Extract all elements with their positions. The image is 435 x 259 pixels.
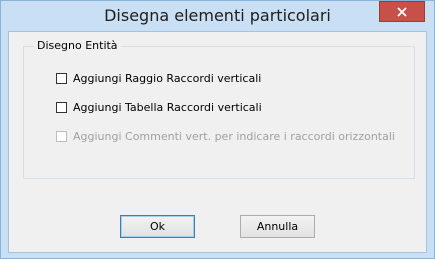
checkbox-tabella-raccordi[interactable]: Aggiungi Tabella Raccordi verticali bbox=[56, 99, 262, 115]
groupbox-disegno-entita: Disegno Entità Aggiungi Raggio Raccordi … bbox=[23, 39, 415, 179]
checkbox-tabella-raccordi-box[interactable] bbox=[56, 101, 67, 113]
title-bar[interactable]: Disegna elementi particolari bbox=[1, 1, 434, 31]
dialog-window: Disegna elementi particolari Disegno Ent… bbox=[0, 0, 435, 259]
checkbox-commenti-vert-box bbox=[56, 130, 67, 142]
checkbox-commenti-vert: Aggiungi Commenti vert. per indicare i r… bbox=[56, 128, 395, 144]
groupbox-legend: Disegno Entità bbox=[34, 39, 121, 52]
dialog-body: Disegno Entità Aggiungi Raggio Raccordi … bbox=[8, 31, 427, 253]
cancel-button[interactable]: Annulla bbox=[240, 215, 315, 238]
checkbox-tabella-raccordi-label[interactable]: Aggiungi Tabella Raccordi verticali bbox=[73, 101, 262, 114]
checkbox-raggio-raccordi[interactable]: Aggiungi Raggio Raccordi verticali bbox=[56, 70, 261, 86]
window-title: Disegna elementi particolari bbox=[104, 6, 331, 25]
checkbox-raggio-raccordi-label[interactable]: Aggiungi Raggio Raccordi verticali bbox=[73, 72, 261, 85]
close-icon bbox=[397, 2, 407, 21]
checkbox-commenti-vert-label: Aggiungi Commenti vert. per indicare i r… bbox=[73, 129, 395, 143]
ok-button[interactable]: Ok bbox=[120, 215, 195, 238]
checkbox-raggio-raccordi-box[interactable] bbox=[56, 72, 67, 84]
close-button[interactable] bbox=[379, 1, 425, 22]
